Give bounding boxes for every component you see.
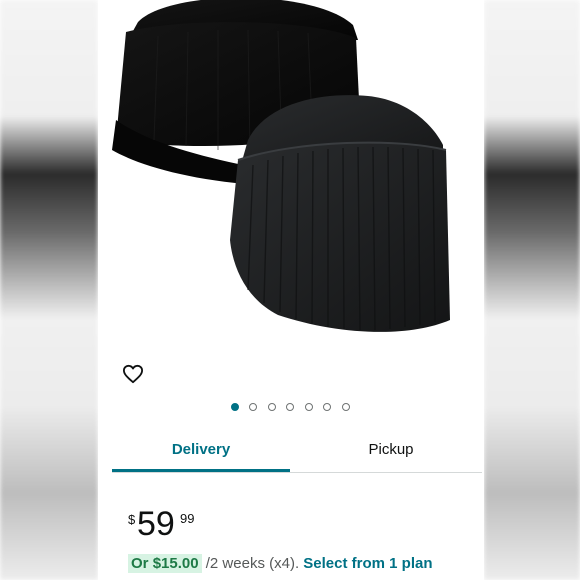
tab-delivery-label: Delivery [171,441,231,458]
price-fraction: 99 [180,511,195,526]
tab-delivery[interactable]: Delivery [112,428,290,472]
blurred-background-right [484,0,580,580]
installment-prefix: Or [131,555,149,572]
installment-plan: Or $15.00 /2 weeks (x4). Select from 1 p… [128,554,433,573]
select-plan-link[interactable]: Select from 1 plan [303,555,432,572]
carousel-dot[interactable] [323,403,331,411]
product-page: Delivery Pickup $ 59 99 Or $15.00 /2 wee… [98,0,484,580]
carousel-dot[interactable] [342,403,350,411]
tab-pickup[interactable]: Pickup [302,428,480,471]
image-carousel-dots[interactable] [98,401,484,415]
carousel-dot[interactable] [305,403,313,411]
carousel-dot[interactable] [268,403,276,411]
installment-terms: /2 weeks (x4). [205,555,300,572]
price-whole: 59 [137,505,175,543]
beanie-illustration [112,0,450,332]
installment-amount-badge: Or $15.00 [128,554,202,573]
tab-pickup-label: Pickup [368,441,414,458]
price-currency-symbol: $ [128,512,136,527]
heart-outline-icon [123,364,143,384]
carousel-dot[interactable] [286,403,294,411]
product-image[interactable] [98,0,484,397]
installment-amount: $15.00 [152,555,199,572]
carousel-dot[interactable] [231,403,239,411]
blurred-background-left [0,0,98,580]
carousel-dot[interactable] [249,403,257,411]
wishlist-button[interactable] [116,357,150,391]
fulfillment-tabs: Delivery Pickup [112,428,482,473]
